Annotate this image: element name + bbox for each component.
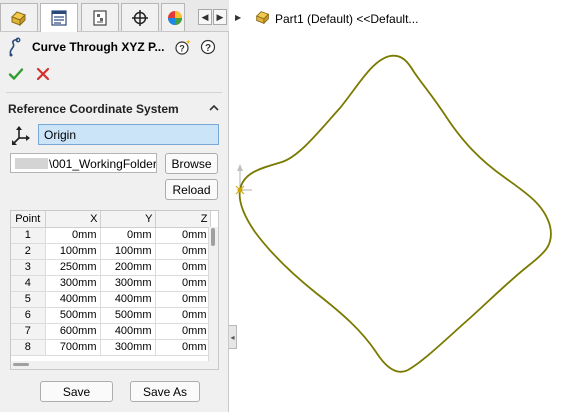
z-cell[interactable]: 0mm	[155, 259, 211, 276]
table-row[interactable]: 2 100mm 100mm 0mm	[11, 243, 211, 260]
page-title: Curve Through XYZ P...	[32, 40, 165, 54]
ok-button[interactable]	[8, 66, 24, 82]
point-cell[interactable]: 2	[11, 243, 46, 260]
file-path-text: \001_WorkingFolder\	[49, 157, 157, 171]
section-title: Reference Coordinate System	[8, 102, 179, 116]
help-button[interactable]: ?	[200, 39, 216, 55]
tab-property-manager[interactable]	[40, 3, 78, 32]
manager-tabs: ◀ ▶	[0, 0, 229, 32]
curve-icon	[9, 37, 21, 57]
table-row[interactable]: 6 500mm 500mm 0mm	[11, 307, 211, 324]
help-tip-icon: ?	[175, 39, 191, 55]
feature-title-row: Curve Through XYZ P... ? ?	[6, 36, 224, 58]
tabs-scroll-right[interactable]: ▶	[213, 9, 227, 25]
tabs-scroll-left[interactable]: ◀	[198, 9, 212, 25]
column-header-y: Y	[100, 211, 156, 228]
y-cell[interactable]: 300mm	[100, 339, 156, 356]
y-cell[interactable]: 300mm	[100, 275, 156, 292]
x-cell[interactable]: 700mm	[45, 339, 101, 356]
column-header-z: Z	[155, 211, 211, 228]
y-cell[interactable]: 400mm	[100, 323, 156, 340]
x-cell[interactable]: 500mm	[45, 307, 101, 324]
x-cell[interactable]: 250mm	[45, 259, 101, 276]
z-cell[interactable]: 0mm	[155, 275, 211, 292]
column-header-x: X	[45, 211, 101, 228]
coordinate-system-field[interactable]: Origin	[38, 124, 219, 145]
part-icon[interactable]	[254, 8, 272, 26]
save-button[interactable]: Save	[40, 381, 113, 402]
tab-feature-manager[interactable]	[0, 3, 38, 31]
y-cell[interactable]: 0mm	[100, 227, 156, 244]
scroll-thumb[interactable]	[211, 228, 215, 246]
checkmark-icon	[8, 68, 24, 80]
table-row[interactable]: 4 300mm 300mm 0mm	[11, 275, 211, 292]
y-cell[interactable]: 500mm	[100, 307, 156, 324]
crosshair-icon	[132, 9, 148, 26]
svg-text:?: ?	[179, 44, 185, 54]
svg-text:?: ?	[205, 43, 211, 54]
configuration-icon	[93, 9, 107, 26]
browse-button[interactable]: Browse	[165, 153, 218, 174]
points-grid: Point X Y Z 1 0mm 0mm 0mm 2 100mm 100mm 0mm 3 250…	[11, 211, 211, 356]
y-cell[interactable]: 200mm	[100, 259, 156, 276]
point-cell[interactable]: 7	[11, 323, 46, 340]
x-cell[interactable]: 600mm	[45, 323, 101, 340]
divider	[6, 92, 222, 93]
help-icon: ?	[200, 39, 216, 55]
property-manager-icon	[51, 10, 67, 26]
cancel-button[interactable]	[35, 66, 51, 82]
z-cell[interactable]: 0mm	[155, 227, 211, 244]
save-as-button[interactable]: Save As	[130, 381, 200, 402]
point-cell[interactable]: 6	[11, 307, 46, 324]
x-cell[interactable]: 0mm	[45, 227, 101, 244]
graphics-viewport[interactable]	[230, 30, 561, 412]
x-cell[interactable]: 100mm	[45, 243, 101, 260]
tab-configuration-manager[interactable]	[81, 3, 119, 31]
reload-button[interactable]: Reload	[165, 179, 218, 200]
tab-display-manager[interactable]	[161, 3, 185, 31]
reference-section-header[interactable]: Reference Coordinate System	[8, 102, 222, 118]
y-cell[interactable]: 100mm	[100, 243, 156, 260]
point-cell[interactable]: 8	[11, 339, 46, 356]
z-cell[interactable]: 0mm	[155, 243, 211, 260]
expand-arrow-icon[interactable]: ▶	[235, 13, 241, 22]
table-horizontal-scrollbar[interactable]	[11, 361, 210, 369]
origin-triad-icon	[237, 164, 252, 191]
point-cell[interactable]: 5	[11, 291, 46, 308]
chevron-up-icon[interactable]	[208, 102, 220, 114]
table-row[interactable]: 7 600mm 400mm 0mm	[11, 323, 211, 340]
close-icon	[36, 67, 50, 81]
point-cell[interactable]: 4	[11, 275, 46, 292]
column-header-point: Point	[11, 211, 46, 228]
table-row[interactable]: 1 0mm 0mm 0mm	[11, 227, 211, 244]
point-cell[interactable]: 1	[11, 227, 46, 244]
feature-tree-root[interactable]: Part1 (Default) <<Default...	[275, 12, 418, 26]
file-path-field[interactable]: \001_WorkingFolder\	[10, 153, 157, 173]
z-cell[interactable]: 0mm	[155, 307, 211, 324]
point-cell[interactable]: 3	[11, 259, 46, 276]
table-row[interactable]: 5 400mm 400mm 0mm	[11, 291, 211, 308]
xyz-curve[interactable]	[238, 54, 552, 373]
table-row[interactable]: 3 250mm 200mm 0mm	[11, 259, 211, 276]
coordinate-system-icon	[10, 124, 32, 146]
table-vertical-scrollbar[interactable]	[208, 227, 218, 369]
redacted-path	[15, 158, 48, 169]
z-cell[interactable]: 0mm	[155, 323, 211, 340]
scroll-thumb[interactable]	[13, 363, 29, 366]
x-cell[interactable]: 400mm	[45, 291, 101, 308]
tab-dimxpert-manager[interactable]	[121, 3, 159, 31]
appearance-icon	[168, 10, 182, 25]
table-row[interactable]: 8 700mm 300mm 0mm	[11, 339, 211, 356]
z-cell[interactable]: 0mm	[155, 339, 211, 356]
points-table[interactable]: Point X Y Z 1 0mm 0mm 0mm 2 100mm 100mm 0mm 3 250…	[10, 210, 219, 370]
detailed-preview-button[interactable]: ?	[175, 39, 191, 55]
x-cell[interactable]: 300mm	[45, 275, 101, 292]
z-cell[interactable]: 0mm	[155, 291, 211, 308]
part-icon	[11, 10, 26, 26]
property-manager-panel: ◀ ▶ Curve Through XYZ P... ? ? Reference…	[0, 0, 229, 412]
y-cell[interactable]: 400mm	[100, 291, 156, 308]
